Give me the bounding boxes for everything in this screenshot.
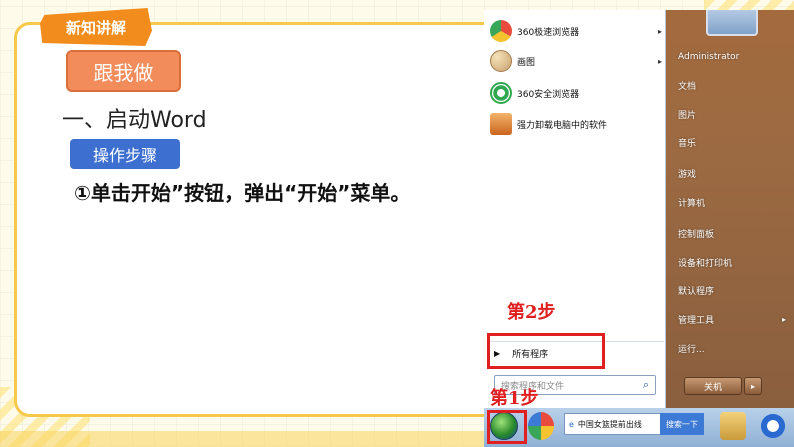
place-label: 设备和打印机 (678, 258, 733, 269)
place-label: 默认程序 (678, 286, 715, 297)
place-administrator[interactable]: Administrator (678, 47, 786, 67)
address-text: 中国女篮提前出线 (577, 419, 642, 429)
submenu-arrow-icon: ▸ (781, 314, 786, 324)
place-computer[interactable]: 计算机 (678, 192, 786, 212)
steps-label: 操作步骤 (70, 139, 180, 169)
program-label: 画图 (517, 57, 536, 68)
place-control-panel[interactable]: 控制面板 (678, 223, 786, 243)
place-run[interactable]: 运行... (678, 338, 786, 358)
program-item-paint[interactable]: 画图 ▸ (490, 48, 662, 74)
place-pictures[interactable]: 图片 (678, 104, 786, 124)
shutdown-button[interactable]: 关机 (684, 377, 742, 395)
folder-icon[interactable] (720, 412, 746, 440)
place-default-programs[interactable]: 默认程序 (678, 280, 786, 300)
follow-along-button[interactable]: 跟我做 (66, 50, 181, 92)
place-label: 管理工具 (678, 315, 715, 326)
taskbar: e 中国女篮提前出线 搜索一下 (484, 408, 794, 447)
place-label: 控制面板 (678, 229, 715, 240)
place-label: 文档 (678, 81, 697, 92)
shutdown-options-button[interactable]: ▸ (744, 377, 762, 395)
program-item-360-safe-browser[interactable]: 360安全浏览器 (490, 80, 662, 106)
place-games[interactable]: 游戏 (678, 163, 786, 183)
lesson-heading: 一、启动Word (62, 108, 207, 133)
place-documents[interactable]: 文档 (678, 75, 786, 95)
step2-label: 第2步 (507, 302, 556, 323)
place-devices-printers[interactable]: 设备和打印机 (678, 252, 786, 272)
user-avatar[interactable] (706, 10, 758, 36)
place-music[interactable]: 音乐 (678, 132, 786, 152)
program-item-uninstaller[interactable]: 强力卸载电脑中的软件 (490, 111, 662, 137)
start-menu-screenshot: 360极速浏览器 ▸ 画图 ▸ 360安全浏览器 强力卸载电脑中的软件 ▶ 所有… (484, 10, 794, 447)
place-label: 计算机 (678, 198, 706, 209)
ie-icon[interactable] (760, 412, 786, 440)
program-label: 强力卸载电脑中的软件 (517, 120, 608, 131)
place-label: 运行... (678, 344, 705, 355)
paint-palette-icon (490, 50, 512, 72)
submenu-arrow-icon: ▸ (657, 56, 662, 66)
program-item-360-speed-browser[interactable]: 360极速浏览器 ▸ (490, 18, 662, 44)
uninstall-box-icon (490, 113, 512, 135)
place-label: Administrator (678, 52, 740, 62)
ie-like-icon (490, 82, 512, 104)
search-icon[interactable]: ⌕ (637, 378, 655, 392)
instruction-text: ①单击开始”按钮，弹出“开始”菜单。 (74, 181, 411, 205)
place-label: 图片 (678, 110, 697, 121)
place-admin-tools[interactable]: 管理工具 ▸ (678, 309, 786, 329)
places-pane: Administrator 文档 图片 音乐 游戏 计算机 控制面板 设备和打印… (666, 10, 794, 408)
place-label: 游戏 (678, 169, 697, 180)
step1-label: 第1步 (490, 388, 539, 409)
submenu-arrow-icon: ▸ (657, 26, 662, 36)
start-button-highlight (487, 410, 527, 444)
ie-icon: e (569, 419, 574, 429)
place-label: 音乐 (678, 138, 697, 149)
program-label: 360极速浏览器 (517, 27, 580, 38)
browser-icon[interactable] (528, 412, 554, 440)
chrome-like-icon (490, 20, 512, 42)
taskbar-search-button[interactable]: 搜索一下 (660, 413, 704, 435)
all-programs-highlight (487, 333, 605, 369)
program-label: 360安全浏览器 (517, 89, 580, 100)
